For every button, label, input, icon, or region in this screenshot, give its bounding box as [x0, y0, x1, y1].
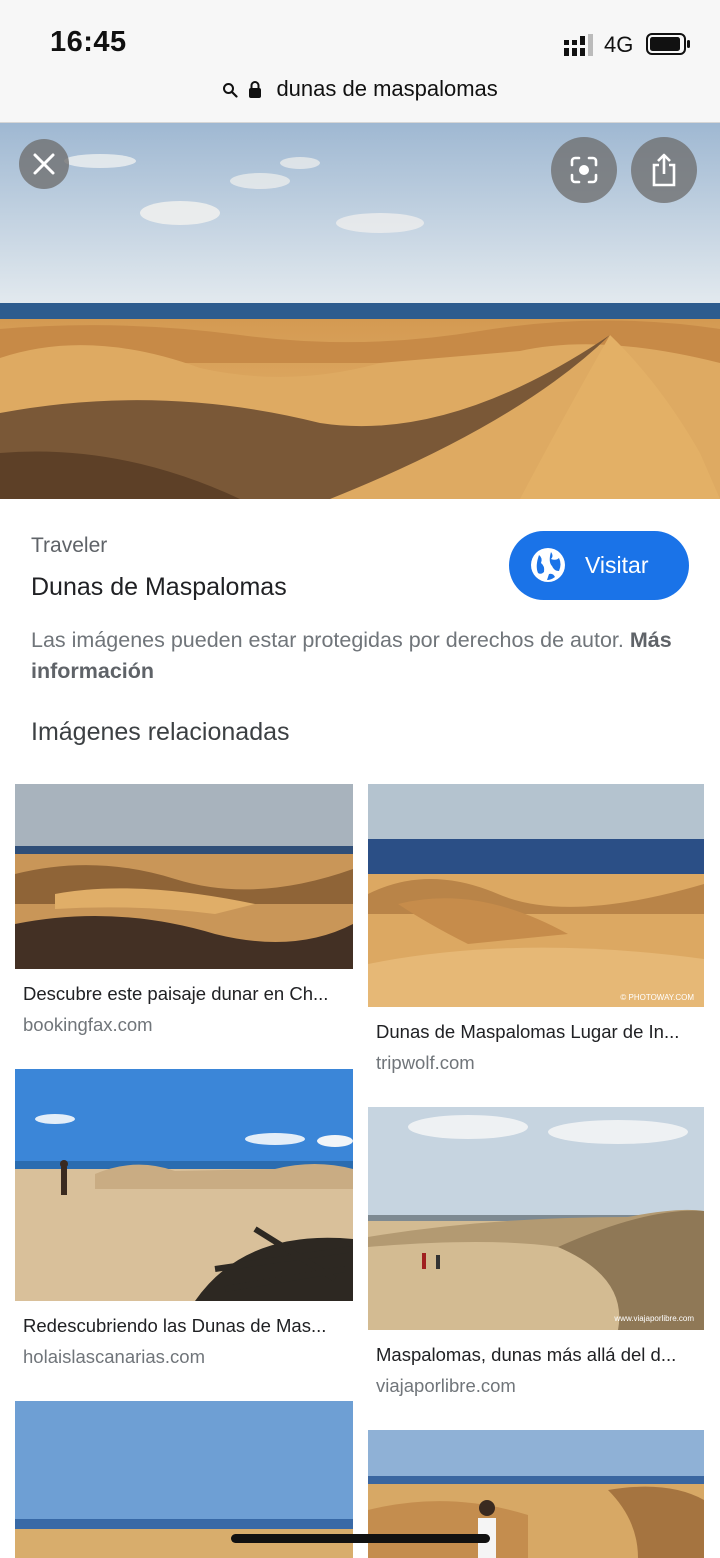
copyright-notice: Las imágenes pueden estar protegidas por… [31, 625, 681, 687]
related-site: viajaporlibre.com [376, 1375, 516, 1396]
related-thumbnail[interactable]: www.viajaporlibre.com [368, 1107, 704, 1330]
related-site: holaislascanarias.com [23, 1346, 206, 1367]
related-site: tripwolf.com [376, 1052, 475, 1073]
image-title[interactable]: Dunas de Maspalomas [31, 573, 287, 602]
related-thumbnail[interactable]: © PHOTOWAY.COM [368, 784, 704, 1007]
home-indicator[interactable] [231, 1534, 490, 1543]
share-button[interactable] [631, 137, 697, 203]
status-time: 16:45 [50, 26, 127, 58]
close-icon [33, 153, 55, 175]
related-site: bookingfax.com [23, 1014, 153, 1035]
related-card[interactable]: Descubre este paisaje dunar en Ch... boo… [15, 784, 353, 1036]
network-type: 4G [604, 32, 634, 57]
related-card[interactable]: www.viajaporlibre.com Maspalomas, dunas … [368, 1107, 704, 1397]
address-bar[interactable]: dunas de maspalomas [0, 70, 720, 123]
close-button[interactable] [19, 139, 69, 189]
signal-icon [564, 34, 593, 56]
related-caption: Redescubriendo las Dunas de Mas... [23, 1315, 327, 1336]
related-thumbnail[interactable] [15, 1069, 353, 1301]
lock-icon [249, 81, 262, 98]
related-card[interactable]: © PHOTOWAY.COM Dunas de Maspalomas Lugar… [368, 784, 704, 1074]
visit-button[interactable]: Visitar [509, 531, 689, 600]
search-icon [223, 83, 238, 98]
status-bar: 16:45 4G [0, 0, 720, 70]
battery-icon [646, 33, 690, 55]
lens-button[interactable] [551, 137, 617, 203]
related-caption: Dunas de Maspalomas Lugar de In... [376, 1021, 680, 1042]
related-heading: Imágenes relacionadas [31, 718, 290, 746]
copyright-text: Las imágenes pueden estar protegidas por… [31, 628, 624, 652]
globe-icon [531, 548, 565, 582]
main-image[interactable] [0, 123, 720, 499]
visit-label: Visitar [585, 552, 649, 578]
source-name: Traveler [31, 534, 108, 557]
lens-icon [570, 156, 598, 184]
related-caption: Maspalomas, dunas más allá del d... [376, 1344, 677, 1365]
share-icon [652, 153, 676, 187]
url-query: dunas de maspalomas [276, 76, 498, 101]
related-thumbnail[interactable] [15, 784, 353, 969]
related-caption: Descubre este paisaje dunar en Ch... [23, 983, 329, 1004]
watermark-text: © PHOTOWAY.COM [620, 993, 694, 1002]
watermark-text: www.viajaporlibre.com [613, 1314, 694, 1323]
related-card[interactable]: Redescubriendo las Dunas de Mas... holai… [15, 1069, 353, 1368]
